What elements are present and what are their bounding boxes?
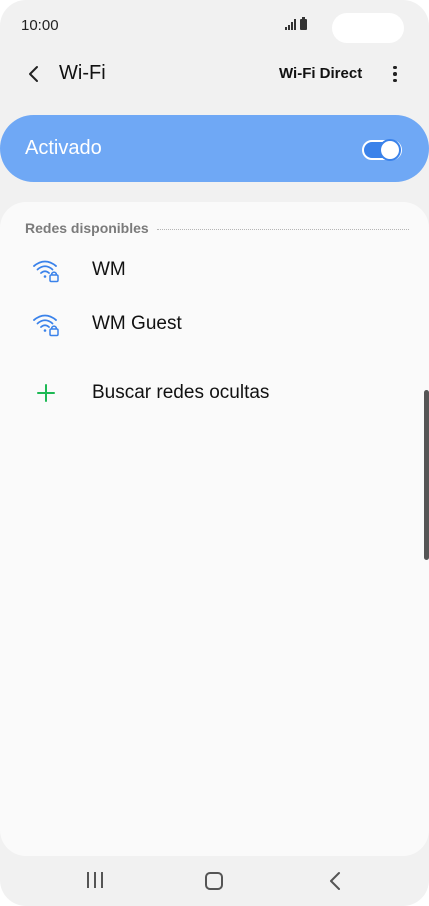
plus-icon: [37, 384, 55, 402]
back-button[interactable]: [20, 60, 48, 88]
section-header: Redes disponibles: [25, 219, 409, 237]
wifi-direct-button[interactable]: Wi-Fi Direct: [279, 65, 362, 82]
section-title: Redes disponibles: [25, 220, 149, 236]
wifi-toggle[interactable]: [362, 139, 402, 161]
camera-cutout: [332, 13, 404, 43]
header: Wi-Fi Wi-Fi Direct: [0, 52, 429, 98]
add-hidden-network-button[interactable]: Buscar redes ocultas: [0, 368, 429, 422]
network-item[interactable]: WM: [0, 244, 429, 298]
section-divider: [156, 228, 409, 230]
home-icon[interactable]: [205, 872, 223, 890]
toggle-thumb: [379, 139, 401, 161]
networks-card: Redes disponibles WM WM Guest Buscar red…: [0, 202, 429, 856]
page-title: Wi-Fi: [59, 62, 106, 84]
battery-icon: [300, 17, 307, 30]
status-icons: [285, 17, 307, 30]
wifi-lock-icon: [33, 260, 59, 283]
more-options-button[interactable]: [384, 60, 406, 88]
add-hidden-network-label: Buscar redes ocultas: [92, 382, 270, 403]
network-name: WM: [92, 259, 126, 280]
signal-icon: [285, 19, 296, 30]
wifi-lock-icon: [33, 314, 59, 337]
phone-screen: 10:00 Wi-Fi Wi-Fi Direct Activado Redes …: [0, 0, 429, 906]
network-name: WM Guest: [92, 313, 182, 334]
navigation-bar: [0, 856, 429, 906]
chevron-left-icon: [29, 66, 38, 82]
back-icon[interactable]: [325, 870, 347, 892]
status-bar: 10:00: [0, 0, 429, 52]
master-switch-label: Activado: [25, 137, 102, 159]
scrollbar[interactable]: [424, 390, 429, 560]
network-item[interactable]: WM Guest: [0, 298, 429, 352]
wifi-master-switch[interactable]: Activado: [0, 115, 429, 182]
more-vert-icon: [393, 65, 397, 70]
status-time: 10:00: [21, 17, 59, 34]
recents-icon[interactable]: [85, 872, 105, 890]
